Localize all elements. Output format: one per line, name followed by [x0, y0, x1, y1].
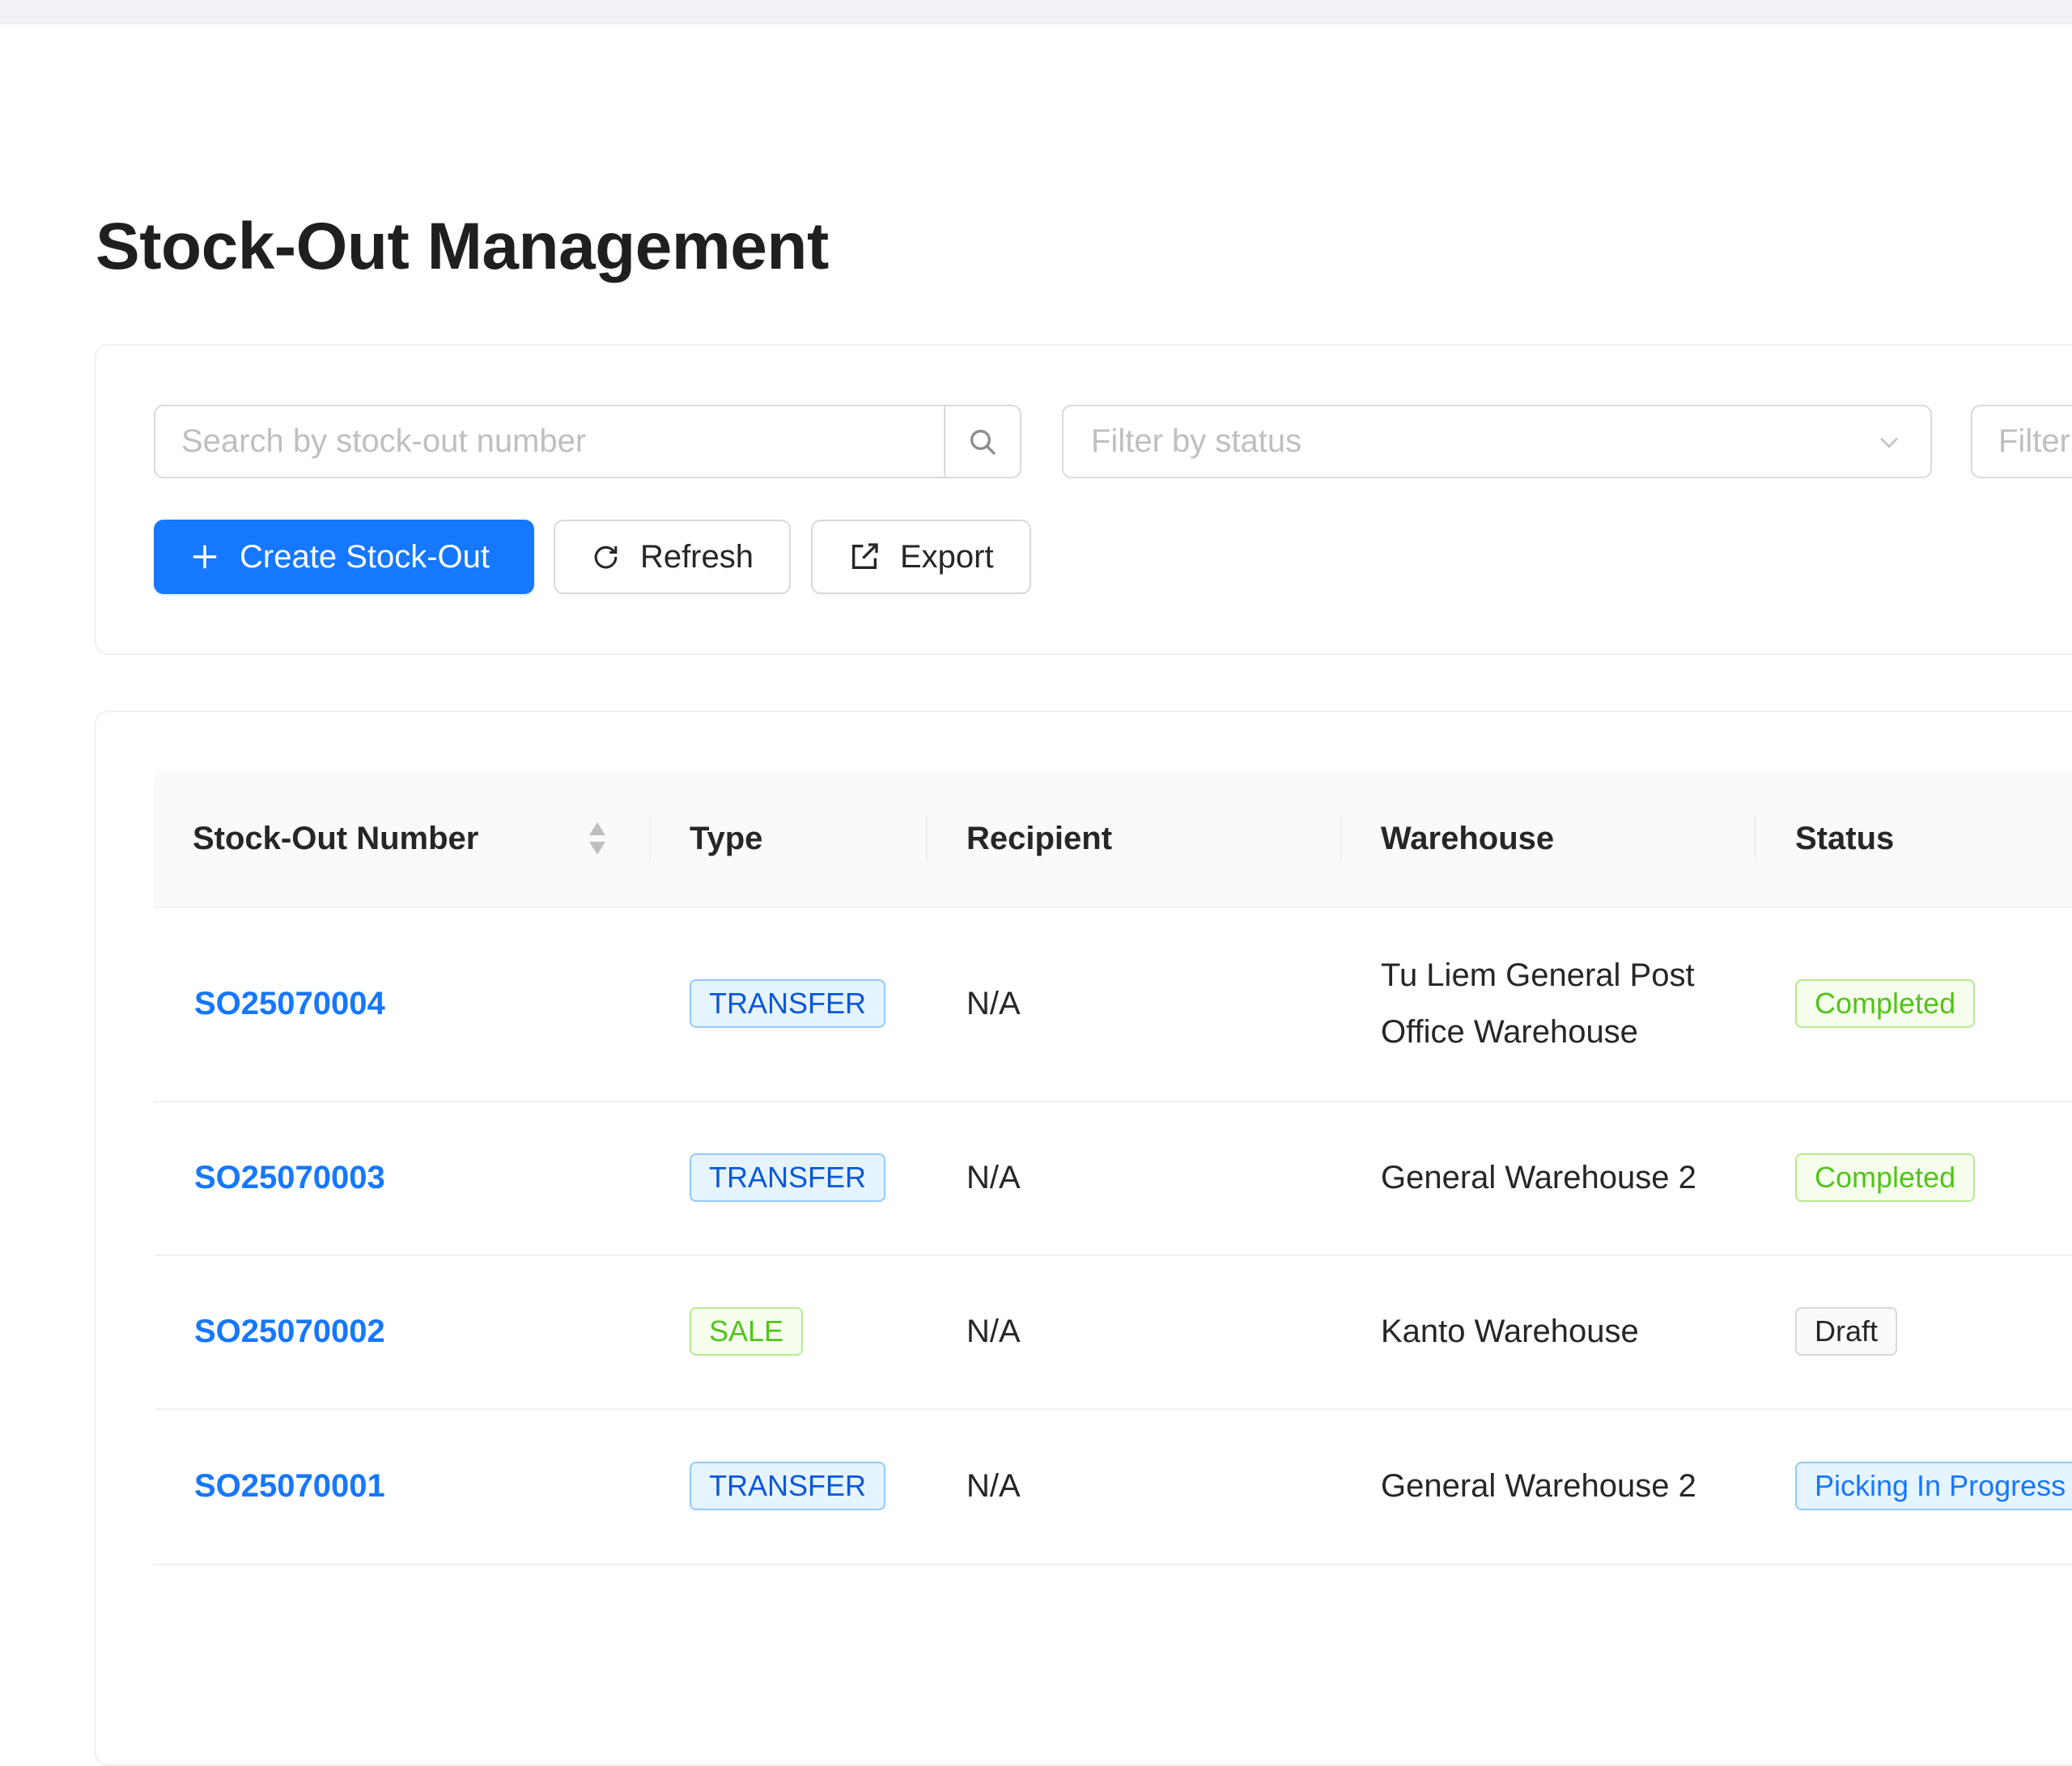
export-icon — [852, 543, 878, 569]
plus-icon — [193, 545, 217, 569]
recipient-text: N/A — [966, 1313, 1021, 1349]
second-filter-select[interactable]: Filter — [1971, 405, 2072, 478]
refresh-button[interactable]: Refresh — [554, 520, 791, 594]
create-stock-out-label: Create Stock-Out — [240, 538, 490, 575]
status-tag: Completed — [1795, 979, 1976, 1028]
status-tag: Picking In Progress — [1795, 1462, 2072, 1510]
table-row: SO25070001 TRANSFER N/A General Warehous… — [154, 1408, 2072, 1565]
column-divider — [1340, 816, 1342, 861]
export-label: Export — [900, 538, 994, 575]
table-row: SO25070002 SALE N/A Kanto Warehouse Draf… — [154, 1254, 2072, 1410]
warehouse-text: General Warehouse 2 — [1381, 1159, 1696, 1195]
stock-out-number-link[interactable]: SO25070004 — [194, 986, 385, 1022]
status-filter-select[interactable]: Filter by status — [1062, 405, 1932, 478]
top-bar — [0, 0, 2072, 24]
search-icon — [970, 429, 996, 455]
status-tag: Completed — [1795, 1153, 1976, 1202]
create-stock-out-button[interactable]: Create Stock-Out — [154, 520, 534, 594]
warehouse-text: Kanto Warehouse — [1381, 1313, 1639, 1349]
type-tag: TRANSFER — [690, 979, 886, 1028]
export-button[interactable]: Export — [811, 520, 1031, 594]
column-header-stock-out-number[interactable]: Stock-Out Number — [193, 771, 478, 906]
type-tag: TRANSFER — [690, 1462, 886, 1510]
column-divider — [649, 816, 651, 861]
table-header: Stock-Out Number Type Recipient Warehous… — [154, 771, 2072, 908]
table-row: SO25070003 TRANSFER N/A General Warehous… — [154, 1101, 2072, 1256]
column-header-recipient: Recipient — [966, 820, 1113, 856]
stock-out-number-link[interactable]: SO25070003 — [194, 1160, 385, 1196]
column-divider — [926, 816, 928, 861]
stock-out-number-link[interactable]: SO25070002 — [194, 1314, 385, 1350]
page-title: Stock-Out Management — [96, 210, 829, 283]
recipient-text: N/A — [966, 985, 1021, 1021]
refresh-label: Refresh — [639, 538, 754, 575]
recipient-text: N/A — [966, 1159, 1021, 1195]
chevron-down-icon — [1880, 437, 1898, 448]
search-button[interactable] — [944, 406, 1020, 477]
status-tag: Draft — [1795, 1307, 1898, 1356]
type-tag: TRANSFER — [690, 1153, 886, 1202]
search-input[interactable] — [155, 406, 944, 477]
second-filter-placeholder: Filter — [1998, 423, 2070, 459]
status-filter-placeholder: Filter by status — [1091, 423, 1302, 459]
warehouse-text: General Warehouse 2 — [1381, 1467, 1696, 1504]
table-row: SO25070004 TRANSFER N/A Tu Liem General … — [154, 906, 2072, 1102]
column-header-type: Type — [690, 820, 763, 856]
column-header-warehouse: Warehouse — [1381, 820, 1555, 856]
type-tag: SALE — [690, 1307, 804, 1356]
search-box — [154, 405, 1021, 478]
column-header-status: Status — [1795, 820, 1895, 856]
recipient-text: N/A — [966, 1467, 1021, 1504]
toolbar-card — [95, 344, 2072, 655]
sort-icon[interactable] — [588, 819, 607, 858]
refresh-icon — [594, 546, 618, 569]
stock-out-number-link[interactable]: SO25070001 — [194, 1468, 385, 1505]
column-divider — [1755, 816, 1756, 861]
warehouse-text: Tu Liem General Post Office Warehouse — [1381, 957, 1695, 1050]
